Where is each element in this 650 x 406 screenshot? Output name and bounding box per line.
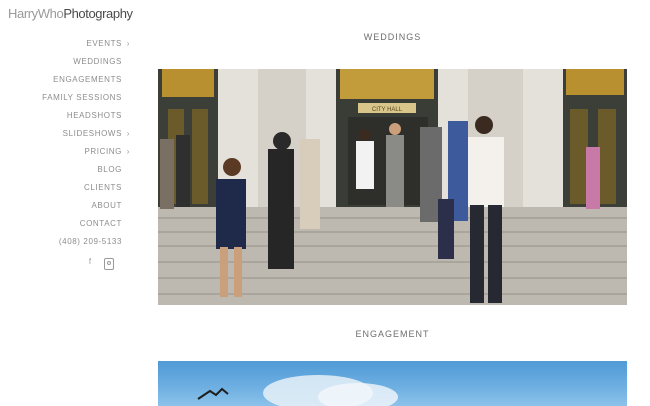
nav-item-contact[interactable]: CONTACT [0, 215, 130, 233]
nav-item-label: SLIDESHOWS [62, 129, 122, 138]
city-hall-sign: CITY HALL [372, 107, 403, 113]
chevron-right-icon: › [126, 129, 130, 138]
nav-item-clients[interactable]: CLIENTS [0, 179, 130, 197]
section-title-weddings[interactable]: WEDDINGS [158, 32, 627, 42]
section-title-engagement[interactable]: ENGAGEMENT [158, 329, 627, 339]
nav-item-label: HEADSHOTS [66, 111, 122, 120]
nav-item-label: WEDDINGS [73, 57, 122, 66]
engagement-photo[interactable] [158, 361, 627, 406]
logo-text-light: HarryWho [8, 6, 64, 21]
nav-item-label: ABOUT [91, 201, 122, 210]
site-logo[interactable]: HarryWhoPhotography [8, 6, 133, 21]
nav-item-events[interactable]: EVENTS › [0, 35, 130, 53]
nav-item-label: ENGAGEMENTS [53, 75, 122, 84]
nav-item-label: BLOG [97, 165, 122, 174]
chevron-right-icon: › [126, 39, 130, 48]
nav-item-label: EVENTS [86, 39, 122, 48]
nav-item-label: CONTACT [79, 219, 122, 228]
nav-item-family-sessions[interactable]: FAMILY SESSIONS [0, 89, 130, 107]
nav-item-headshots[interactable]: HEADSHOTS [0, 107, 130, 125]
instagram-glyph [104, 258, 114, 270]
nav-item-about[interactable]: ABOUT [0, 197, 130, 215]
facebook-icon[interactable]: f [86, 257, 94, 267]
logo-text-dark: Photography [63, 6, 133, 21]
nav-item-pricing[interactable]: PRICING › [0, 143, 130, 161]
nav-item-label: CLIENTS [84, 183, 122, 192]
main-navigation: EVENTS › WEDDINGS ENGAGEMENTS FAMILY SESS… [0, 35, 130, 251]
nav-item-engagements[interactable]: ENGAGEMENTS [0, 71, 130, 89]
instagram-icon[interactable] [104, 257, 114, 270]
nav-item-weddings[interactable]: WEDDINGS [0, 53, 130, 71]
weddings-photo[interactable]: CITY HALL [158, 69, 627, 305]
nav-item-slideshows[interactable]: SLIDESHOWS › [0, 125, 130, 143]
engagement-sky-illustration [197, 375, 398, 406]
social-links: f [86, 257, 114, 270]
chevron-right-icon: › [126, 147, 130, 156]
phone-number: (408) 209-5133 [58, 237, 122, 246]
wedding-scene-illustration: CITY HALL [158, 69, 627, 305]
nav-item-blog[interactable]: BLOG [0, 161, 130, 179]
nav-item-label: FAMILY SESSIONS [42, 93, 122, 102]
nav-item-label: PRICING [84, 147, 122, 156]
nav-item-phone[interactable]: (408) 209-5133 [0, 233, 130, 251]
